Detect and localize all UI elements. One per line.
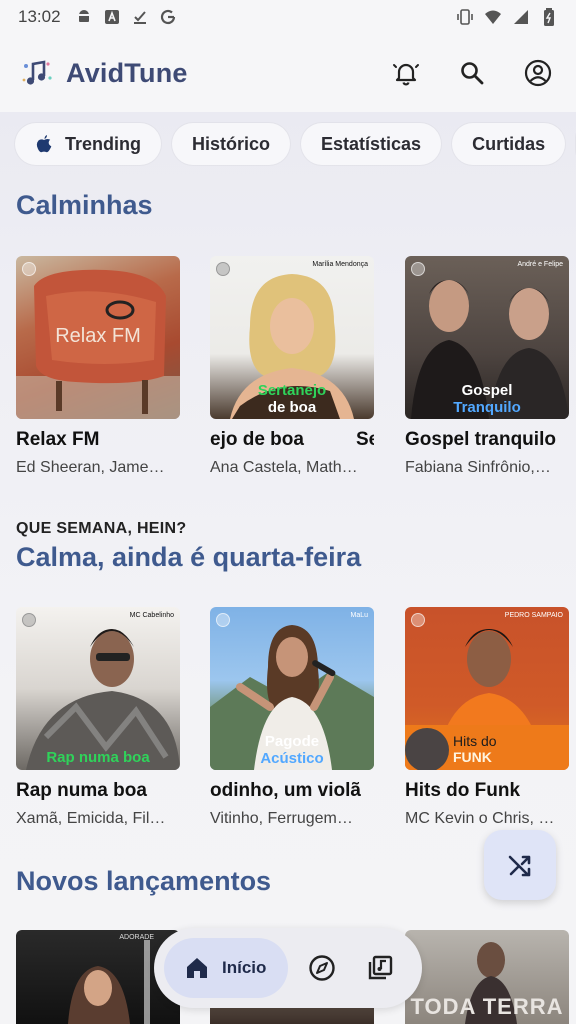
playlist-cover: André e Felipe Gospel Tranquilo — [405, 256, 569, 419]
vibrate-icon — [456, 8, 474, 26]
filter-chips: Trending Histórico Estatísticas Curtidas — [0, 112, 576, 176]
nav-explore[interactable] — [298, 944, 346, 992]
playlist-card[interactable]: PEDRO SAMPAIO Hits do FUNK Hits do Funk … — [405, 607, 569, 828]
cover-title: Relax FM — [55, 325, 141, 347]
notifications-button[interactable] — [388, 55, 424, 91]
nav-home[interactable]: Início — [164, 938, 289, 998]
search-icon — [461, 62, 484, 85]
playlist-title-text: ejo de boa — [210, 429, 304, 450]
playlist-card[interactable]: Relax FM Relax FM Ed Sheeran, Jame… — [16, 256, 180, 477]
nav-library[interactable] — [356, 944, 404, 992]
playlist-row-calminhas: Relax FM Relax FM Ed Sheeran, Jame… Marí… — [0, 256, 576, 486]
release-cover[interactable]: TODA TERRA — [405, 930, 569, 1024]
cover-line-2: FUNK — [453, 749, 492, 765]
playlist-artists: Vitinho, Ferrugem… — [210, 810, 353, 827]
section-title-calminhas: Calminhas — [16, 190, 153, 220]
cover-line-1: Hits do — [453, 733, 497, 749]
home-icon — [187, 958, 207, 978]
wifi-icon — [484, 8, 502, 26]
playlist-card[interactable]: Marília Mendonça Sertanejo de boa ejo de… — [210, 256, 374, 477]
text-icon — [103, 8, 121, 26]
android-icon — [75, 8, 93, 26]
chip-label: Estatísticas — [321, 133, 422, 154]
account-icon — [524, 59, 552, 87]
playlist-title: ejo de boa Se — [210, 429, 374, 451]
bell-icon — [393, 63, 419, 86]
search-button[interactable] — [454, 55, 490, 91]
shuffle-icon — [508, 855, 531, 877]
chip-label: Trending — [65, 133, 141, 154]
playlist-row-quarta: MC Cabelinho Rap numa boa Rap numa boa X… — [0, 607, 576, 837]
cover-artist-tag: ADORADE — [119, 934, 154, 941]
playlist-artists: Ed Sheeran, Jame… — [16, 459, 165, 476]
playlist-artists: Xamã, Emicida, Fil… — [16, 810, 166, 827]
play-indicator-icon — [22, 613, 36, 627]
cover-line-2: de boa — [267, 399, 317, 416]
nav-home-label: Início — [222, 958, 267, 977]
playlist-title: Relax FM — [16, 429, 100, 450]
playlist-card[interactable]: MaLu Pagode Acústico odinho, um violã Vi… — [210, 607, 374, 828]
chip-curtidas[interactable]: Curtidas — [452, 123, 566, 165]
playlist-title-tail: Se — [356, 429, 374, 450]
chip-estatisticas[interactable]: Estatísticas — [301, 123, 442, 165]
app-bar: AvidTune — [0, 34, 576, 112]
section-title-quarta: Calma, ainda é quarta-feira — [16, 542, 362, 572]
playlist-cover: MC Cabelinho Rap numa boa — [16, 607, 180, 770]
section-kicker: QUE SEMANA, HEIN? — [16, 520, 187, 537]
section-title-novos: Novos lançamentos — [16, 866, 272, 896]
status-right-icons — [456, 8, 558, 26]
playlist-artists: Fabiana Sinfrônio,… — [405, 459, 551, 476]
signal-icon — [512, 8, 530, 26]
google-icon — [159, 8, 177, 26]
playlist-title: Hits do Funk — [405, 780, 521, 801]
play-indicator-icon — [22, 262, 36, 276]
cover-artist-tag: MC Cabelinho — [129, 612, 174, 619]
playlist-title: odinho, um violã — [210, 780, 361, 801]
cover-artist-tag: MaLu — [350, 612, 368, 619]
chip-trending[interactable]: Trending — [15, 123, 161, 165]
playlist-artists: Ana Castela, Math… — [210, 459, 358, 476]
playlist-title: Gospel tranquilo — [405, 429, 556, 450]
status-left-icons — [75, 8, 177, 26]
playlist-cover: Relax FM — [16, 256, 180, 419]
cover-line-1: Gospel — [461, 382, 513, 399]
chip-label: Histórico — [192, 133, 271, 154]
cover-artist-tag: PEDRO SAMPAIO — [504, 612, 563, 619]
shuffle-button[interactable] — [484, 830, 556, 900]
status-bar: 13:02 — [0, 0, 576, 34]
play-indicator-icon — [216, 613, 230, 627]
cover-artist-tag: Marília Mendonça — [312, 261, 368, 268]
playlist-cover: MaLu Pagode Acústico — [210, 607, 374, 770]
bottom-navigation: Início — [154, 928, 422, 1008]
cover-line-2: Acústico — [260, 750, 324, 767]
download-done-icon — [131, 8, 149, 26]
playlist-cover: PEDRO SAMPAIO Hits do FUNK — [405, 607, 569, 770]
cover-artist-tag: André e Felipe — [517, 261, 563, 268]
app-logo-icon — [20, 56, 54, 90]
play-indicator-icon — [411, 262, 425, 276]
chip-label: Curtidas — [472, 133, 546, 154]
account-button[interactable] — [520, 55, 556, 91]
battery-icon — [540, 8, 558, 26]
playlist-title: Rap numa boa — [16, 780, 147, 801]
play-indicator-icon — [216, 262, 230, 276]
cover-line-1: Sertanejo — [257, 382, 327, 399]
playlist-cover: Marília Mendonça Sertanejo de boa — [210, 256, 374, 419]
app-title: AvidTune — [66, 57, 188, 88]
playlist-card[interactable]: André e Felipe Gospel Tranquilo Gospel t… — [405, 256, 569, 477]
cover-title: TODA TERRA — [410, 994, 564, 1019]
library-icon — [369, 955, 393, 980]
playlist-card[interactable]: MC Cabelinho Rap numa boa Rap numa boa X… — [16, 607, 180, 828]
apple-icon — [36, 135, 52, 153]
cover-line-2: Tranquilo — [453, 399, 521, 416]
explore-icon — [309, 955, 336, 981]
app-bar-actions — [388, 55, 556, 91]
status-time: 13:02 — [18, 7, 61, 26]
cover-title: Rap numa boa — [46, 749, 150, 766]
playlist-artists: MC Kevin o Chris, … — [405, 810, 555, 827]
cover-line-1: Pagode — [264, 733, 320, 750]
chip-historico[interactable]: Histórico — [172, 123, 291, 165]
play-indicator-icon — [411, 613, 425, 627]
